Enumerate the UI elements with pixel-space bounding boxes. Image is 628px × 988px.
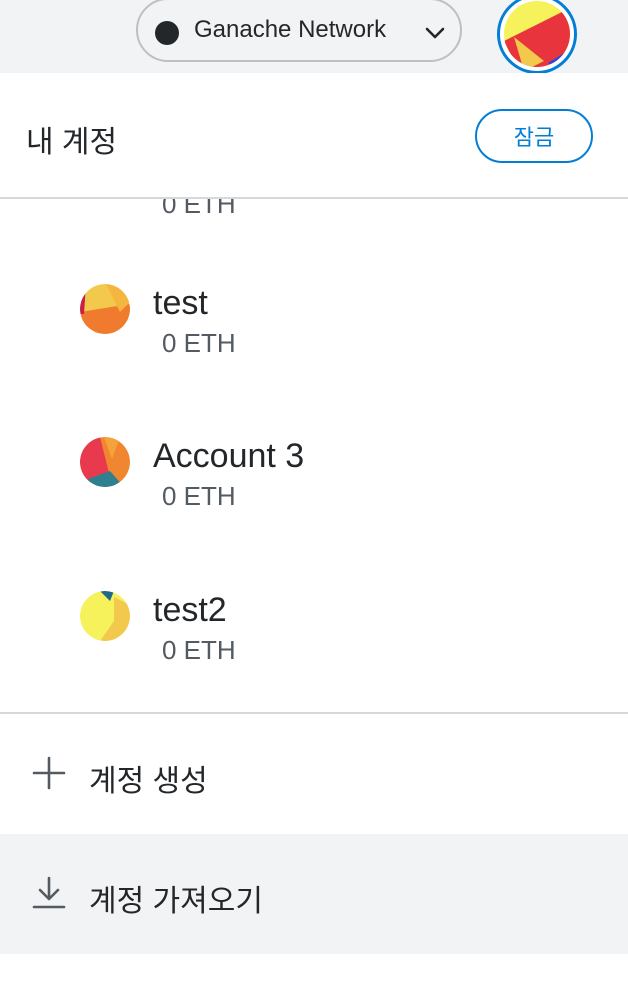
- create-account-button[interactable]: 계정 생성: [0, 714, 628, 834]
- import-account-button[interactable]: 계정 가져오기: [0, 834, 628, 954]
- account-balance: 0 ETH: [162, 481, 236, 511]
- account-avatar-icon: [80, 284, 130, 334]
- account-avatar-icon: [80, 437, 130, 487]
- account-menu-title: 내 계정: [26, 126, 118, 159]
- account-item-test2[interactable]: test2 0 ETH: [0, 591, 628, 714]
- account-item-account-3[interactable]: Account 3 0 ETH: [0, 437, 628, 577]
- account-avatar-icon: [80, 591, 130, 641]
- plus-icon: [32, 756, 66, 790]
- network-selector[interactable]: Ganache Network: [136, 0, 462, 62]
- account-item-test[interactable]: test 0 ETH: [0, 284, 628, 424]
- menu-footer-space: [0, 954, 628, 988]
- account-menu-header: 내 계정 잠금: [0, 73, 628, 199]
- account-name: test2: [153, 591, 227, 629]
- account-avatar-icon: [504, 1, 570, 67]
- account-menu-button[interactable]: [497, 0, 577, 74]
- app-header: Ganache Network: [0, 0, 628, 74]
- create-account-label: 계정 생성: [89, 765, 208, 798]
- lock-button[interactable]: 잠금: [475, 109, 593, 163]
- download-icon: [32, 876, 66, 909]
- account-balance: 0 ETH: [162, 328, 236, 358]
- import-account-label: 계정 가져오기: [89, 885, 263, 918]
- network-name: Ganache Network: [194, 16, 387, 43]
- account-name: test: [153, 284, 208, 322]
- account-balance: 0 ETH: [162, 635, 236, 665]
- account-list[interactable]: 0 ETH test 0 ETH Account 3 0 ETH test2 0…: [0, 199, 628, 714]
- account-menu: 내 계정 잠금 0 ETH test 0 ETH Account 3 0 ETH…: [0, 73, 628, 988]
- network-status-dot: [155, 21, 179, 45]
- account-balance: 0 ETH: [162, 199, 236, 219]
- account-name: Account 3: [153, 437, 305, 475]
- chevron-down-icon: [425, 27, 445, 39]
- account-item[interactable]: 0 ETH: [0, 199, 628, 285]
